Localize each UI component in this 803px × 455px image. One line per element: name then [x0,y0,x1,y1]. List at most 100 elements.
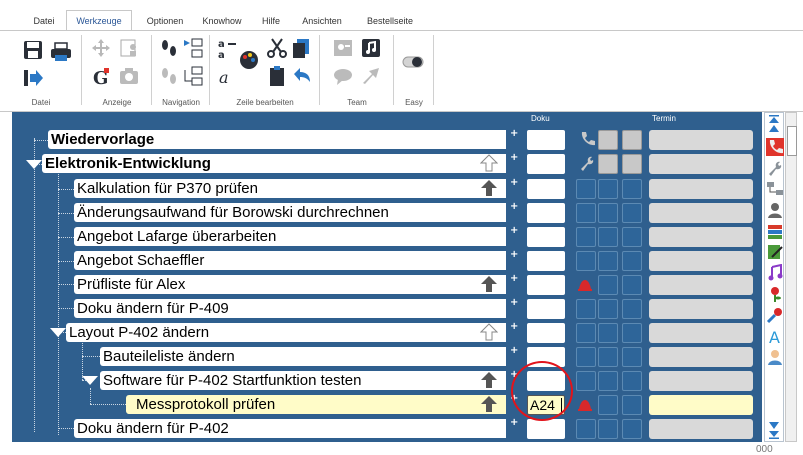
move-up-outline-icon[interactable] [480,154,498,172]
doku-cell[interactable] [527,179,565,199]
repair-icon[interactable] [766,306,784,324]
status-square[interactable] [622,130,642,150]
add-subtask-icon[interactable]: + [510,274,518,284]
status-square[interactable] [576,323,596,343]
move-up-icon[interactable] [480,275,498,293]
status-square[interactable] [622,179,642,199]
print-icon[interactable] [50,41,72,63]
termin-cell[interactable] [649,347,753,367]
status-square[interactable] [598,299,618,319]
user-icon[interactable] [766,348,784,366]
vertical-scrollbar[interactable] [785,112,797,442]
chat-icon[interactable] [332,65,354,87]
doku-cell[interactable] [527,227,565,247]
scroll-top-icon[interactable] [768,115,780,123]
status-square[interactable] [622,419,642,439]
status-square[interactable] [598,347,618,367]
status-square[interactable] [598,323,618,343]
task-row-label[interactable]: Elektronik-Entwicklung [42,154,506,173]
status-square[interactable] [622,227,642,247]
status-square[interactable] [622,371,642,391]
doku-cell[interactable] [527,275,565,295]
termin-cell[interactable] [649,179,753,199]
task-row-label[interactable]: Änderungsaufwand für Borowski durchrechn… [74,203,506,222]
doku-cell[interactable] [527,251,565,271]
status-square[interactable] [576,179,596,199]
task-row-label-selected[interactable]: Messprotokoll prüfen [126,395,506,414]
doku-cell[interactable] [527,299,565,319]
task-row-label[interactable]: Software für P-402 Startfunktion testen [100,371,506,390]
undo-icon[interactable] [290,65,312,87]
add-subtask-icon[interactable]: + [510,226,518,236]
status-square[interactable] [598,154,618,174]
tab-optionen[interactable]: Optionen [140,13,190,29]
termin-cell[interactable] [649,203,753,223]
task-row-label[interactable]: Angebot Schaeffler [74,251,506,270]
music-icon[interactable] [766,264,784,282]
termin-cell[interactable] [649,154,753,174]
phone-icon[interactable] [766,138,784,156]
status-square[interactable] [598,227,618,247]
doku-cell[interactable] [527,130,565,150]
termin-cell[interactable] [649,130,753,150]
tab-ansichten[interactable]: Ansichten [295,13,349,29]
scroll-bottom-icon[interactable] [768,431,780,439]
tab-werkzeuge[interactable]: Werkzeuge [66,10,132,32]
status-square[interactable] [622,347,642,367]
paste-icon[interactable] [266,65,288,87]
status-square[interactable] [622,275,642,295]
tab-hilfe[interactable]: Hilfe [257,13,285,29]
network-icon[interactable] [766,180,784,198]
status-square[interactable] [576,227,596,247]
toggle-switch-icon[interactable] [402,51,424,73]
task-row-label[interactable]: Kalkulation für P370 prüfen [74,179,506,198]
task-row-label[interactable]: Bauteileliste ändern [100,347,506,366]
move-up-outline-icon[interactable] [480,323,498,341]
status-square[interactable] [598,419,618,439]
scissors-icon[interactable] [266,37,288,59]
expand-toggle-icon[interactable] [26,160,42,169]
flower-icon[interactable] [766,285,784,303]
status-square[interactable] [598,203,618,223]
add-subtask-icon[interactable]: + [510,153,518,163]
status-square[interactable] [598,251,618,271]
add-subtask-icon[interactable]: + [510,250,518,260]
status-square[interactable] [576,203,596,223]
wrench-icon[interactable] [766,159,784,177]
status-square[interactable] [576,299,596,319]
move-up-icon[interactable] [480,371,498,389]
status-square[interactable] [576,371,596,391]
doku-cell[interactable] [527,154,565,174]
status-square[interactable] [576,347,596,367]
move-up-icon[interactable] [480,395,498,413]
termin-cell[interactable] [649,251,753,271]
status-square[interactable] [622,395,642,415]
tree-structure-icon[interactable] [182,37,204,59]
tree-outline-icon[interactable] [182,65,204,87]
add-subtask-icon[interactable]: + [510,298,518,308]
status-square[interactable] [622,323,642,343]
status-square[interactable] [576,419,596,439]
doku-cell[interactable] [527,323,565,343]
contact-card-icon[interactable] [332,37,354,59]
task-row-label[interactable]: Doku ändern für P-402 [74,419,506,438]
task-row-label[interactable]: Angebot Lafarge überarbeiten [74,227,506,246]
status-square[interactable] [622,251,642,271]
music-book-icon[interactable] [360,37,382,59]
exit-icon[interactable] [22,67,44,89]
expand-toggle-icon[interactable] [50,328,66,337]
status-square[interactable] [576,251,596,271]
doku-cell[interactable] [527,419,565,439]
termin-cell[interactable] [649,275,753,295]
task-row-label[interactable]: Layout P-402 ändern [66,323,506,342]
tab-knowhow[interactable]: Knowhow [196,13,248,29]
add-subtask-icon[interactable]: + [510,322,518,332]
termin-cell[interactable] [649,299,753,319]
save-icon[interactable] [22,39,44,61]
add-subtask-icon[interactable]: + [510,202,518,212]
italic-icon[interactable]: a [216,65,238,87]
person-icon[interactable] [766,201,784,219]
letter-a-icon[interactable]: A [766,327,784,345]
font-g-icon[interactable]: G [90,65,112,87]
task-row-label[interactable]: Prüfliste für Alex [74,275,506,294]
